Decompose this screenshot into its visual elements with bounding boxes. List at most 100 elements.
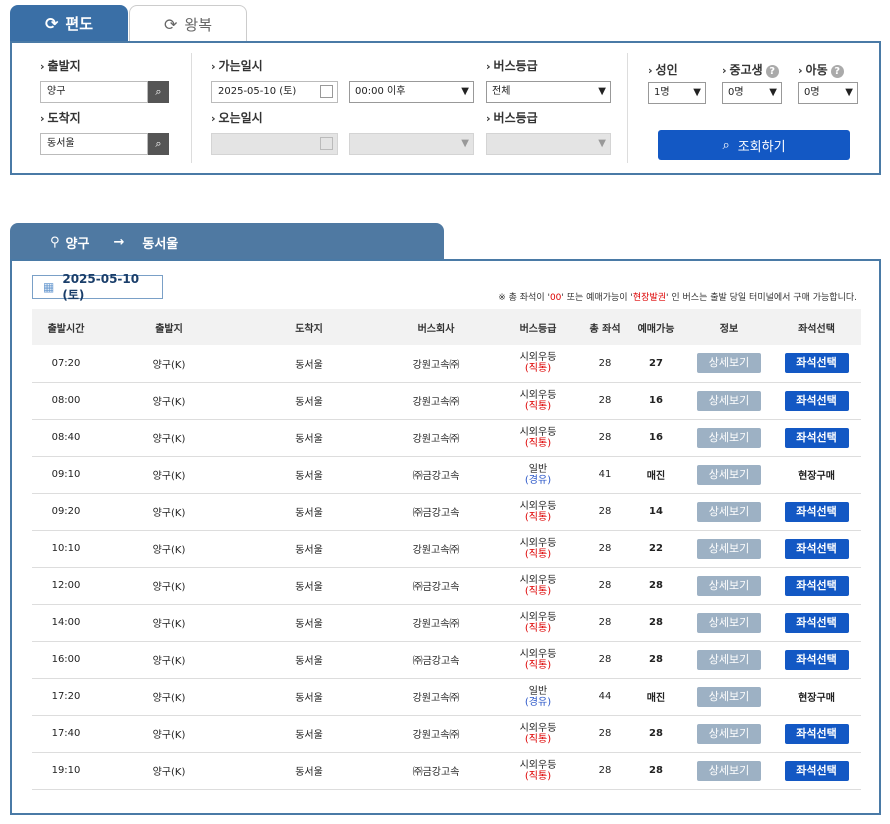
table-row: 19:10 양구(K) 동서울 ㈜금강고속 시외우등 (직통) 28 28 상세보기 좌석선택 [32, 752, 861, 790]
location-pin-icon: ⚲ [50, 234, 60, 250]
detail-button[interactable]: 상세보기 [697, 649, 761, 670]
arrow-right-icon: → [113, 234, 125, 250]
detail-button[interactable]: 상세보기 [697, 464, 761, 485]
available-seats: 16 [626, 382, 686, 420]
go-date-input[interactable]: 2025-05-10 (토) [211, 81, 338, 103]
seat-select-button[interactable]: 좌석선택 [784, 723, 849, 744]
available-seats: 14 [626, 493, 686, 531]
tab-roundtrip-label: 왕복 [184, 15, 212, 34]
bus-grade: 시외우등 (직통) [492, 641, 584, 679]
seat-cell: 좌석선택 [772, 530, 861, 568]
total-seats: 28 [584, 752, 626, 790]
table-row: 17:20 양구(K) 동서울 강원고속㈜ 일반 (경유) 44 매진 상세보기 현장구매 [32, 678, 861, 716]
grade-name: 시외우등 [519, 759, 557, 771]
return-grade-select: ▼ [486, 133, 611, 155]
child-select[interactable]: 0명 ▼ [798, 82, 858, 104]
table-row: 10:10 양구(K) 동서울 강원고속㈜ 시외우등 (직통) 28 22 상세보기 좌석선택 [32, 530, 861, 568]
header-available: 예매가능 [626, 309, 686, 345]
detail-button[interactable]: 상세보기 [697, 575, 761, 596]
notice-onsite: 현장발권 [632, 293, 667, 303]
chevron-down-icon: ▼ [598, 138, 606, 149]
total-seats: 28 [584, 641, 626, 679]
calendar-icon[interactable] [320, 85, 333, 98]
seat-cell: 좌석선택 [772, 419, 861, 457]
adult-select[interactable]: 1명 ▼ [648, 82, 706, 104]
header-arrival: 도착지 [238, 309, 380, 345]
seat-select-button[interactable]: 좌석선택 [784, 353, 849, 374]
departure-search-button[interactable]: ⌕ [148, 81, 169, 103]
arrival-search-button[interactable]: ⌕ [148, 133, 169, 155]
grade-name: 시외우등 [519, 722, 557, 734]
detail-button[interactable]: 상세보기 [697, 501, 761, 522]
info-cell: 상세보기 [686, 641, 772, 679]
detail-button[interactable]: 상세보기 [697, 760, 761, 781]
total-seats: 28 [584, 493, 626, 531]
bus-company: ㈜금강고속 [380, 493, 492, 531]
divider [191, 53, 192, 163]
grade-name: 시외우등 [519, 648, 557, 660]
info-cell: 상세보기 [686, 456, 772, 494]
bus-company: 강원고속㈜ [380, 530, 492, 568]
departure-time: 09:20 [32, 493, 100, 531]
seat-select-button[interactable]: 좌석선택 [784, 649, 849, 670]
go-time-select[interactable]: 00:00 이후 ▼ [349, 81, 474, 103]
arrival-terminal: 동서울 [238, 752, 380, 790]
seat-cell: 현장구매 [772, 456, 861, 494]
seat-select-button[interactable]: 좌석선택 [784, 538, 849, 559]
table-row: 09:20 양구(K) 동서울 ㈜금강고속 시외우등 (직통) 28 14 상세보기 좌석선택 [32, 493, 861, 531]
total-seats: 28 [584, 715, 626, 753]
seat-select-button[interactable]: 좌석선택 [784, 427, 849, 448]
detail-button[interactable]: 상세보기 [697, 427, 761, 448]
seat-select-button[interactable]: 좌석선택 [784, 612, 849, 633]
arrival-input[interactable]: 동서울 [40, 133, 148, 155]
detail-button[interactable]: 상세보기 [697, 538, 761, 559]
bus-grade: 시외우등 (직통) [492, 604, 584, 642]
departure-input[interactable]: 양구 [40, 81, 148, 103]
detail-button[interactable]: 상세보기 [697, 353, 761, 374]
detail-button[interactable]: 상세보기 [697, 612, 761, 633]
seat-select-button[interactable]: 좌석선택 [784, 390, 849, 411]
detail-button[interactable]: 상세보기 [697, 390, 761, 411]
departure-terminal: 양구(K) [100, 678, 238, 716]
adult-label: › 성인 [648, 63, 678, 77]
seat-select-button[interactable]: 좌석선택 [784, 501, 849, 522]
return-time-select: ▼ [349, 133, 474, 155]
available-seats: 28 [626, 641, 686, 679]
arrival-terminal: 동서울 [238, 604, 380, 642]
table-row: 14:00 양구(K) 동서울 강원고속㈜ 시외우등 (직통) 28 28 상세보기 좌석선택 [32, 604, 861, 642]
arrival-terminal: 동서울 [238, 641, 380, 679]
chevron-down-icon: ▼ [461, 86, 469, 97]
seat-cell: 좌석선택 [772, 567, 861, 605]
detail-button[interactable]: 상세보기 [697, 686, 761, 707]
notice-prefix: ※ 총 좌석이 ' [498, 293, 550, 303]
search-button[interactable]: ⌕ 조회하기 [658, 130, 850, 160]
seat-select-button[interactable]: 좌석선택 [784, 575, 849, 596]
detail-button[interactable]: 상세보기 [697, 723, 761, 744]
return-date-label: › 오는일시 [211, 111, 263, 125]
search-icon: ⌕ [155, 137, 162, 150]
grade-select[interactable]: 전체 ▼ [486, 81, 611, 103]
chevron-down-icon: ▼ [769, 87, 777, 98]
seat-select-button[interactable]: 좌석선택 [784, 760, 849, 781]
help-icon[interactable]: ? [765, 65, 779, 78]
info-cell: 상세보기 [686, 419, 772, 457]
bus-grade: 시외우등 (직통) [492, 493, 584, 531]
youth-select[interactable]: 0명 ▼ [722, 82, 782, 104]
grade-route-type: (직통) [524, 622, 552, 634]
grade-route-type: (직통) [524, 585, 552, 597]
grade-route-type: (직통) [524, 363, 552, 375]
total-seats: 44 [584, 678, 626, 716]
go-date-value: 2025-05-10 (토) [218, 86, 297, 97]
bus-company: 강원고속㈜ [380, 604, 492, 642]
bus-company: ㈜금강고속 [380, 456, 492, 494]
header-departure: 출발지 [100, 309, 238, 345]
results-date: ▦ 2025-05-10 (토) [32, 272, 163, 302]
tab-roundtrip[interactable]: ⟳ 왕복 [129, 5, 247, 42]
departure-terminal: 양구(K) [100, 493, 238, 531]
help-icon[interactable]: ? [830, 65, 844, 78]
tab-oneway[interactable]: ⟳ 편도 [10, 5, 128, 42]
arrival-terminal: 동서울 [238, 530, 380, 568]
route-from: 양구 [65, 236, 90, 252]
notice-mid: ' 또는 예매가능이 ' [561, 293, 633, 303]
bus-grade: 시외우등 (직통) [492, 752, 584, 790]
